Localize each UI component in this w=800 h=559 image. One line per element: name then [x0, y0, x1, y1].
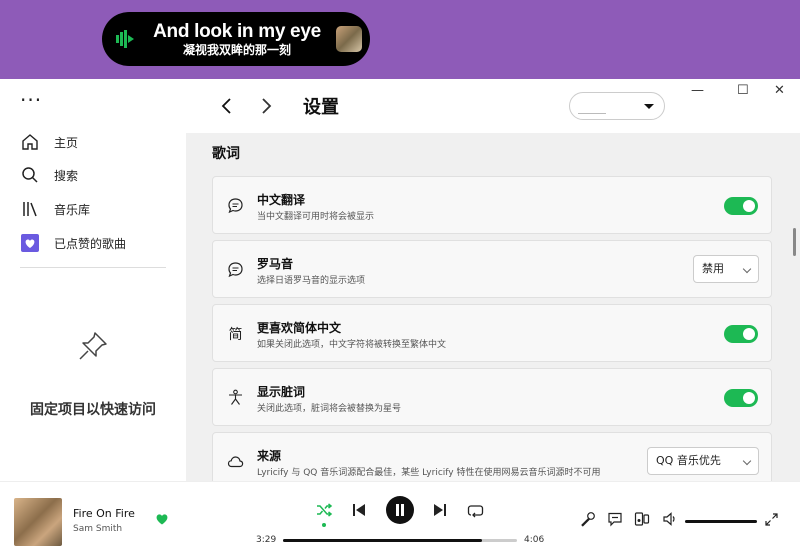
progress-fill	[283, 539, 482, 542]
lyricify-logo-icon	[114, 27, 138, 51]
sidebar-item-label: 已点赞的歌曲	[54, 236, 127, 251]
setting-description: 关闭此选项，脏词将会被替换为星号	[257, 404, 402, 414]
sidebar-item-liked-songs[interactable]: 已点赞的歌曲	[20, 232, 126, 254]
lyric-album-cover	[336, 26, 362, 52]
select-value: QQ 音乐优先	[656, 454, 721, 467]
repeat-icon[interactable]	[467, 502, 484, 519]
shuffle-active-dot	[322, 523, 326, 527]
connect-device-icon[interactable]	[634, 511, 650, 527]
prefer-simplified-toggle[interactable]	[724, 325, 758, 343]
heart-icon[interactable]	[155, 512, 169, 526]
next-track-icon[interactable]	[433, 503, 447, 517]
pin-prompt: 固定项目以快速访问	[30, 402, 156, 418]
sidebar-item-label: 搜索	[54, 168, 79, 183]
setting-title: 中文翻译	[257, 193, 306, 207]
previous-track-icon[interactable]	[352, 503, 366, 517]
forward-arrow-icon[interactable]	[256, 96, 276, 116]
fullscreen-icon[interactable]	[765, 513, 778, 526]
setting-title: 更喜欢简体中文	[257, 321, 342, 335]
sidebar-item-label: 音乐库	[54, 202, 91, 217]
setting-show-profanity: 显示脏词 关闭此选项，脏词将会被替换为星号	[212, 368, 772, 426]
section-title: 歌词	[212, 146, 240, 162]
app-window: ··· 主页 搜索 音乐库 已点赞的歌曲 固定项目以快速访问 设置 — ☐ ✕ …	[0, 79, 800, 559]
maximize-button[interactable]: ☐	[737, 83, 749, 98]
sidebar-item-home[interactable]: 主页	[20, 131, 78, 153]
setting-description: 当中文翻译可用时将会被显示	[257, 212, 375, 222]
chinese-translation-toggle[interactable]	[724, 197, 758, 215]
sidebar-divider	[20, 267, 166, 268]
chevron-down-icon	[644, 104, 654, 109]
sidebar: ··· 主页 搜索 音乐库 已点赞的歌曲 固定项目以快速访问	[0, 79, 186, 481]
volume-icon[interactable]	[662, 511, 678, 527]
track-title[interactable]: Fire On Fire	[73, 507, 135, 520]
top-bar: 设置 — ☐ ✕	[186, 79, 800, 133]
settings-page: 设置 — ☐ ✕ 歌词 中文翻译 当中文翻译可用时将会被显示 罗马音 选择日语罗…	[186, 79, 800, 481]
duration-time: 4:06	[524, 535, 545, 545]
simplified-chinese-icon: 简	[228, 326, 243, 343]
minimize-button[interactable]: —	[691, 83, 704, 98]
comment-icon	[227, 261, 244, 278]
microphone-icon[interactable]	[580, 511, 596, 527]
liked-songs-icon	[21, 234, 39, 252]
page-title: 设置	[303, 97, 339, 118]
setting-title: 罗马音	[257, 257, 294, 271]
lyric-text: And look in my eye 凝视我双眸的那一刻	[138, 20, 336, 59]
setting-title: 显示脏词	[257, 385, 306, 399]
shuffle-icon[interactable]	[315, 501, 333, 519]
setting-prefer-simplified: 简 更喜欢简体中文 如果关闭此选项，中文字符将被转换至繁体中文	[212, 304, 772, 362]
setting-romaji: 罗马音 选择日语罗马音的显示选项 禁用	[212, 240, 772, 298]
pause-button[interactable]	[386, 496, 414, 524]
person-icon	[227, 389, 244, 406]
setting-source: 来源 Lyricify 与 QQ 音乐词源配合最佳，某些 Lyricify 特性…	[212, 432, 772, 481]
desktop-lyric-bar[interactable]: And look in my eye 凝视我双眸的那一刻	[102, 12, 370, 66]
more-options-icon[interactable]: ···	[20, 90, 42, 110]
back-arrow-icon[interactable]	[217, 96, 237, 116]
comment-icon	[227, 197, 244, 214]
setting-chinese-translation: 中文翻译 当中文翻译可用时将会被显示	[212, 176, 772, 234]
account-menu-button[interactable]	[569, 92, 665, 120]
setting-description: 选择日语罗马音的显示选项	[257, 276, 366, 286]
source-select[interactable]: QQ 音乐优先	[647, 447, 759, 475]
progress-bar[interactable]	[283, 539, 517, 542]
select-value: 禁用	[702, 262, 724, 275]
pin-icon	[79, 332, 107, 360]
scrollbar[interactable]	[793, 228, 796, 256]
lyrics-icon[interactable]	[607, 511, 623, 527]
chevron-down-icon	[742, 456, 752, 466]
album-cover[interactable]	[14, 498, 62, 546]
sidebar-item-search[interactable]: 搜索	[20, 164, 78, 186]
setting-description: Lyricify 与 QQ 音乐词源配合最佳，某些 Lyricify 特性在使用…	[257, 468, 601, 478]
search-icon	[22, 167, 38, 183]
romaji-select[interactable]: 禁用	[693, 255, 759, 283]
track-artist[interactable]: Sam Smith	[73, 524, 122, 534]
avatar	[578, 98, 606, 114]
cloud-icon	[227, 453, 244, 470]
elapsed-time: 3:29	[256, 535, 277, 545]
setting-title: 来源	[257, 449, 282, 463]
sidebar-item-label: 主页	[54, 135, 79, 150]
lyric-line: And look in my eye	[153, 20, 321, 42]
show-profanity-toggle[interactable]	[724, 389, 758, 407]
home-icon	[22, 134, 38, 150]
close-button[interactable]: ✕	[774, 83, 785, 98]
lyric-translation: 凝视我双眸的那一刻	[182, 43, 291, 58]
setting-description: 如果关闭此选项，中文字符将被转换至繁体中文	[257, 340, 447, 350]
sidebar-item-library[interactable]: 音乐库	[20, 198, 90, 220]
chevron-down-icon	[742, 264, 752, 274]
library-icon	[23, 202, 37, 217]
player-bar: Fire On Fire Sam Smith 3:29 4:06	[0, 481, 800, 559]
volume-slider[interactable]	[685, 520, 757, 523]
